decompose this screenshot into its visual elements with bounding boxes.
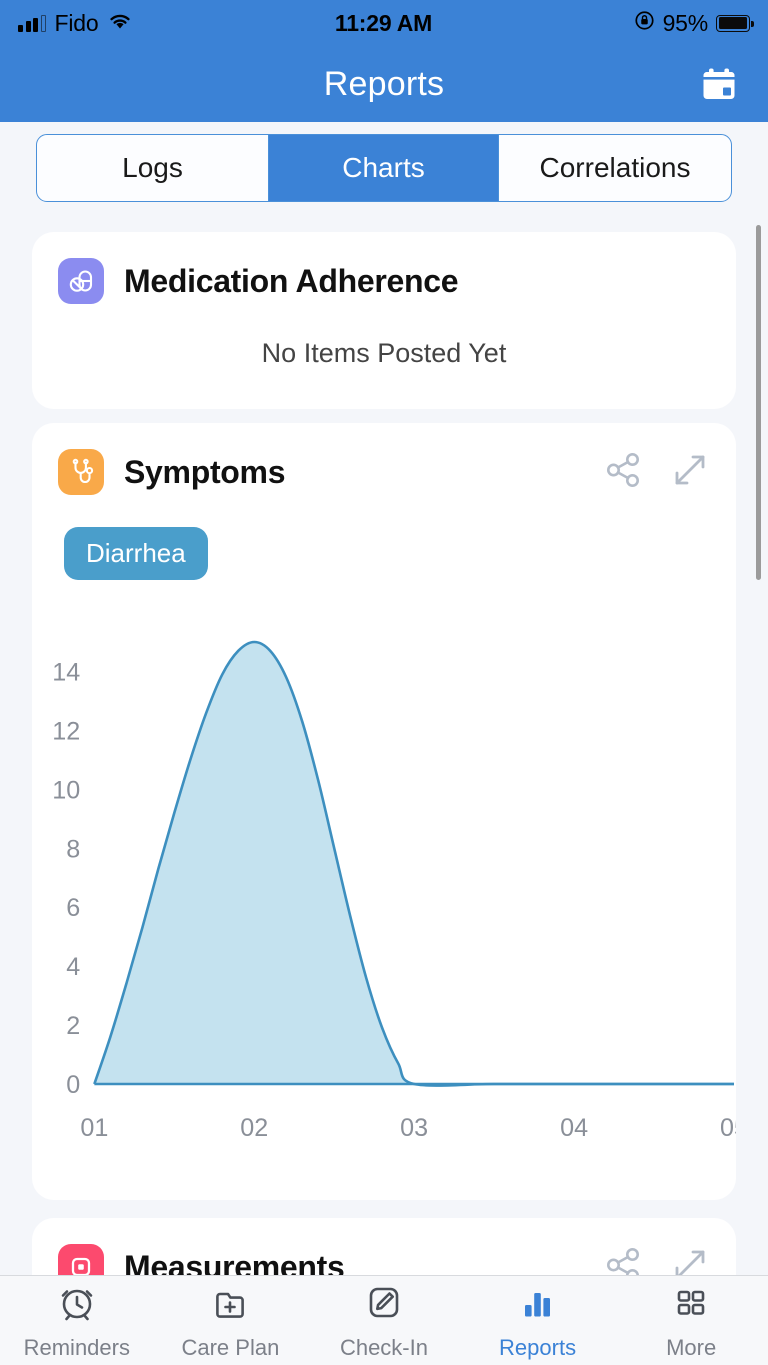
symptoms-chart[interactable]: 02468101214 0102030405 June	[32, 614, 736, 1174]
svg-text:01: 01	[80, 1114, 108, 1142]
card-header: Medication Adherence	[32, 232, 736, 304]
measurements-card[interactable]: Measurements	[32, 1218, 736, 1275]
svg-text:02: 02	[240, 1114, 268, 1142]
tab-reports[interactable]: Reports	[461, 1276, 615, 1365]
app-root: Fido 11:29 AM 95% Reports Logs Charts Co…	[0, 0, 768, 1365]
expand-icon[interactable]	[670, 450, 710, 495]
wifi-icon	[107, 11, 133, 35]
symptoms-area-chart-svg: 02468101214 0102030405 June	[52, 640, 736, 1174]
card-actions	[602, 1244, 710, 1275]
card-title: Measurements	[124, 1248, 345, 1276]
status-bar: Fido 11:29 AM 95%	[0, 0, 768, 46]
svg-text:12: 12	[52, 717, 80, 745]
tab-charts[interactable]: Charts	[269, 135, 499, 201]
rotation-lock-icon	[634, 10, 655, 36]
grid-icon	[670, 1281, 712, 1328]
cellular-signal-icon	[18, 14, 46, 32]
battery-icon	[716, 14, 754, 32]
vertical-scrollbar[interactable]	[756, 225, 761, 580]
symptoms-card[interactable]: Symptoms Diarrhea 0 2 4 6 8 10 12 14 01 …	[32, 423, 736, 1200]
bottom-tab-bar: Reminders Care Plan Check-In Reports Mor…	[0, 1275, 768, 1365]
card-header: Symptoms	[32, 423, 736, 495]
svg-text:6: 6	[66, 894, 80, 922]
tab-label: Reminders	[23, 1334, 130, 1360]
share-icon[interactable]	[602, 449, 644, 496]
svg-text:05: 05	[720, 1114, 736, 1142]
calendar-icon[interactable]	[696, 61, 742, 107]
measurement-icon	[58, 1244, 104, 1275]
pencil-square-icon	[363, 1281, 405, 1328]
empty-state-message: No Items Posted Yet	[261, 338, 507, 368]
card-actions	[602, 449, 710, 496]
status-bar-center: 11:29 AM	[133, 10, 633, 37]
tab-label: Care Plan	[181, 1334, 280, 1360]
status-bar-right: 95%	[634, 9, 754, 37]
pill-icon	[58, 258, 104, 304]
svg-text:10: 10	[52, 776, 80, 804]
x-axis-tick-labels: 01 02 03 04 05	[80, 1114, 736, 1142]
nav-bar: Reports	[0, 46, 768, 122]
tab-reminders[interactable]: Reminders	[0, 1276, 154, 1365]
bar-chart-icon	[517, 1281, 559, 1328]
carrier-label: Fido	[54, 9, 99, 36]
tab-more[interactable]: More	[614, 1276, 768, 1365]
clock-label: 11:29 AM	[334, 9, 433, 36]
tab-correlations[interactable]: Correlations	[499, 135, 731, 201]
share-icon[interactable]	[602, 1244, 644, 1275]
svg-text:04: 04	[560, 1114, 588, 1142]
svg-text:2: 2	[66, 1012, 80, 1040]
medication-adherence-card[interactable]: Medication Adherence No Items Posted Yet	[32, 232, 736, 409]
battery-percent-label: 95%	[662, 9, 709, 36]
svg-text:03: 03	[400, 1114, 428, 1142]
symptom-chip-diarrhea[interactable]: Diarrhea	[64, 527, 208, 580]
tab-label: More	[666, 1334, 717, 1360]
page-title: Reports	[323, 64, 445, 103]
x-axis-label: June	[386, 1170, 443, 1174]
expand-icon[interactable]	[670, 1245, 710, 1275]
tab-logs[interactable]: Logs	[37, 135, 269, 201]
folder-plus-icon	[209, 1281, 251, 1328]
svg-text:0: 0	[66, 1071, 80, 1099]
stethoscope-icon	[58, 449, 104, 495]
tab-label: Reports	[499, 1334, 577, 1360]
card-title: Medication Adherence	[124, 262, 459, 299]
svg-text:14: 14	[52, 659, 80, 687]
report-view-segmented-control[interactable]: Logs Charts Correlations	[36, 134, 732, 202]
tab-care-plan[interactable]: Care Plan	[154, 1276, 308, 1365]
y-axis-tick-labels: 0 2 4 6 8 10 12 14	[52, 659, 80, 1099]
status-bar-left: Fido	[18, 10, 133, 37]
svg-text:4: 4	[66, 953, 80, 981]
alarm-clock-icon	[56, 1281, 98, 1328]
card-title: Symptoms	[124, 453, 286, 490]
tab-label: Check-In	[339, 1334, 428, 1360]
reports-scroll-area[interactable]: Medication Adherence No Items Posted Yet…	[0, 218, 768, 1275]
card-header: Measurements	[32, 1218, 736, 1275]
area-fill	[94, 642, 734, 1086]
symptom-filter-row: Diarrhea	[32, 495, 736, 580]
svg-text:8: 8	[66, 835, 80, 863]
tab-check-in[interactable]: Check-In	[307, 1276, 461, 1365]
